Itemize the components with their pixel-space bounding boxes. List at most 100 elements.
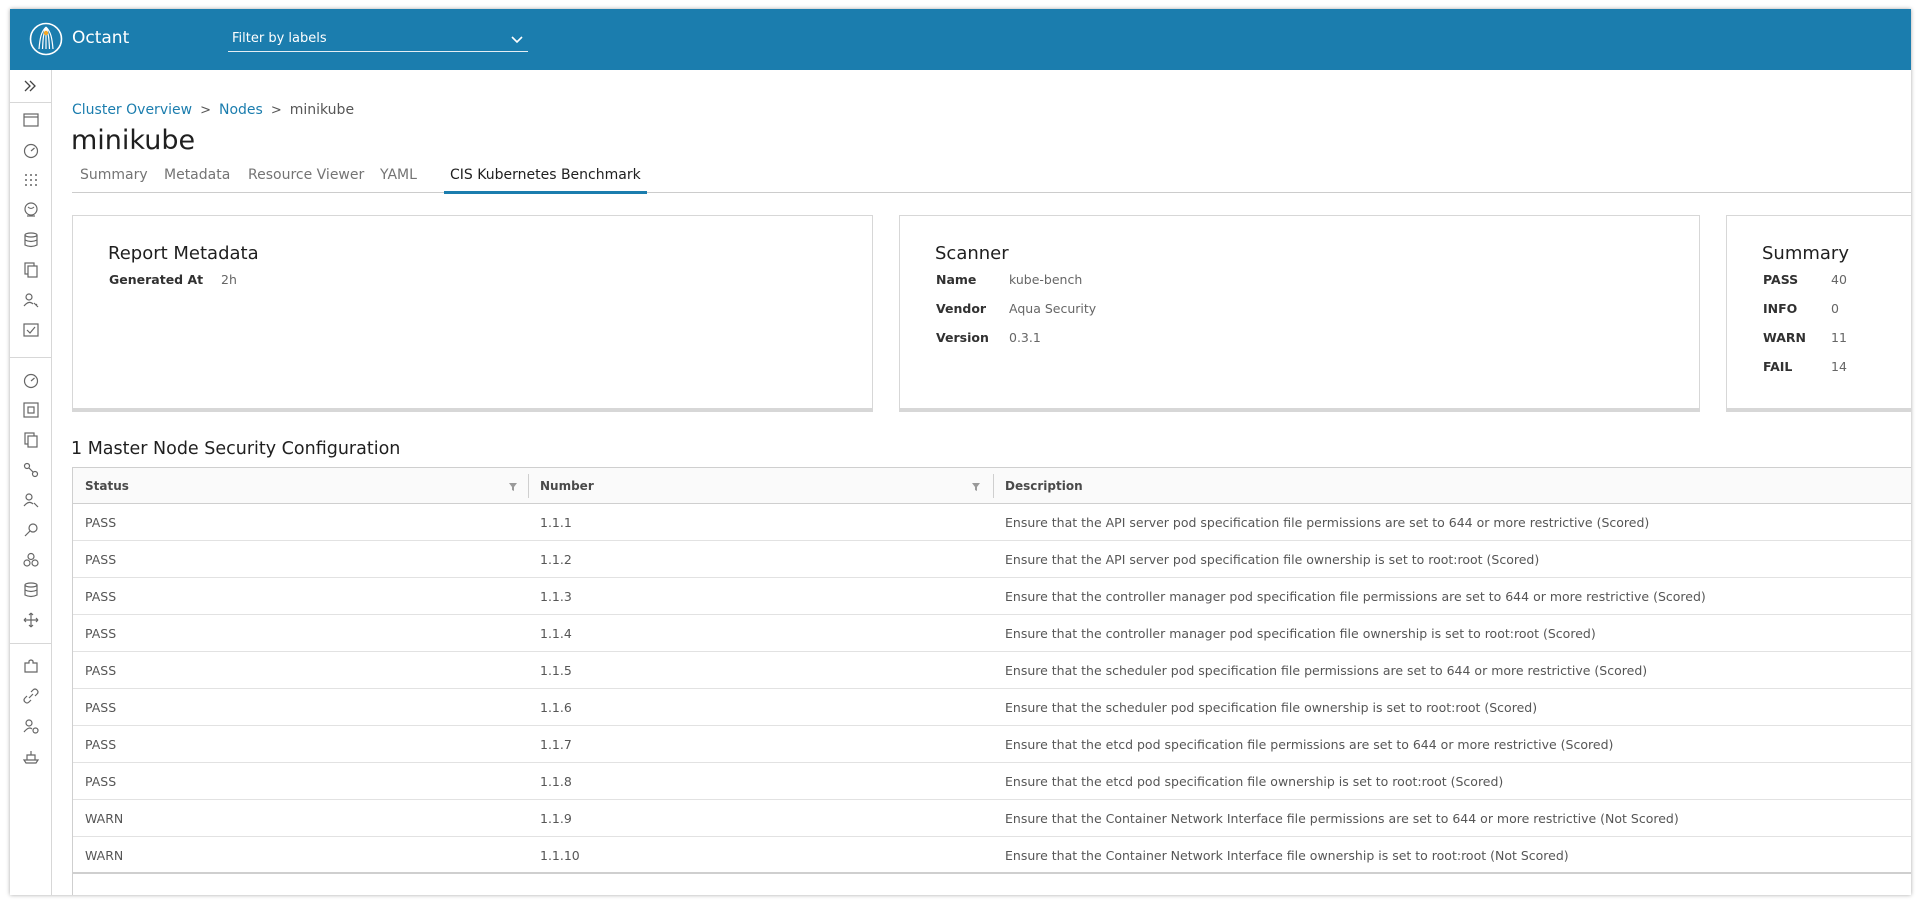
breadcrumb-cluster-overview[interactable]: Cluster Overview (72, 102, 192, 118)
benchmark-results-table: Status Number Description PASS 1.1.1 Ens… (72, 467, 1911, 895)
scanner-vendor-value: Aqua Security (1009, 301, 1097, 316)
octant-logo-icon[interactable] (29, 22, 63, 56)
user-key-icon[interactable] (22, 491, 40, 509)
scanner-name-value: kube-bench (1009, 272, 1083, 287)
summary-fail-value: 14 (1831, 359, 1847, 374)
table-row: PASS 1.1.5 Ensure that the scheduler pod… (73, 652, 1911, 689)
browser-icon[interactable] (22, 111, 40, 129)
status-cell: PASS (85, 626, 117, 641)
status-cell: PASS (85, 663, 117, 678)
number-cell: 1.1.5 (540, 663, 572, 678)
status-cell: PASS (85, 589, 117, 604)
card-title: Scanner (935, 243, 1009, 264)
main-content: Cluster Overview > Nodes > minikube mini… (52, 70, 1911, 895)
scanner-vendor-label: Vendor (936, 301, 987, 316)
table-row: WARN 1.1.9 Ensure that the Container Net… (73, 800, 1911, 837)
column-header-number[interactable]: Number (528, 468, 993, 504)
app-window: Octant Filter by labels Cluster Overview… (10, 9, 1911, 895)
number-cell: 1.1.4 (540, 626, 572, 641)
breadcrumb-separator: > (200, 102, 211, 118)
description-cell: Ensure that the API server pod specifica… (1005, 552, 1540, 567)
user-key-icon[interactable] (22, 291, 40, 309)
table-row: WARN 1.1.10 Ensure that the Container Ne… (73, 837, 1911, 874)
table-row: PASS 1.1.4 Ensure that the controller ma… (73, 615, 1911, 652)
chevron-down-icon (511, 36, 523, 44)
report-metadata-card: Report Metadata Generated At 2h (72, 215, 873, 409)
column-header-description[interactable]: Description (993, 468, 1893, 504)
summary-pass-value: 40 (1831, 272, 1847, 287)
column-header-status[interactable]: Status (73, 468, 528, 504)
description-cell: Ensure that the API server pod specifica… (1005, 515, 1650, 530)
copy-icon[interactable] (22, 261, 40, 279)
table-header: Status Number Description (73, 468, 1911, 504)
key-icon[interactable] (22, 521, 40, 539)
description-cell: Ensure that the Container Network Interf… (1005, 811, 1679, 826)
summary-card: Summary PASS 40 INFO 0 WARN 11 FAIL 14 (1726, 215, 1911, 409)
link-icon[interactable] (22, 687, 40, 705)
description-cell: Ensure that the scheduler pod specificat… (1005, 663, 1648, 678)
table-row: PASS 1.1.3 Ensure that the controller ma… (73, 578, 1911, 615)
table-row: PASS 1.1.2 Ensure that the API server po… (73, 541, 1911, 578)
card-title: Summary (1762, 243, 1849, 264)
breadcrumb-separator: > (270, 102, 282, 118)
checklist-icon[interactable] (22, 321, 40, 339)
number-cell: 1.1.2 (540, 552, 572, 567)
tab-resource-viewer[interactable]: Resource Viewer (248, 167, 364, 192)
page-title: minikube (71, 125, 196, 156)
circles-icon[interactable] (22, 551, 40, 569)
tab-summary[interactable]: Summary (80, 167, 148, 192)
tab-cis-kubernetes-benchmark[interactable]: CIS Kubernetes Benchmark (444, 167, 647, 194)
scanner-version-label: Version (936, 330, 989, 345)
table-row: PASS 1.1.7 Ensure that the etcd pod spec… (73, 726, 1911, 763)
description-cell: Ensure that the etcd pod specification f… (1005, 774, 1504, 789)
move-icon[interactable] (22, 611, 40, 629)
storage-icon[interactable] (22, 581, 40, 599)
filter-icon[interactable] (971, 482, 981, 492)
ship-icon[interactable] (22, 747, 40, 765)
dashboard-icon[interactable] (22, 141, 40, 159)
copy-icon[interactable] (22, 431, 40, 449)
label-filter-select[interactable]: Filter by labels (228, 28, 528, 52)
description-cell: Ensure that the controller manager pod s… (1005, 626, 1596, 641)
number-cell: 1.1.1 (540, 515, 572, 530)
number-cell: 1.1.7 (540, 737, 572, 752)
globe-icon[interactable] (22, 201, 40, 219)
summary-warn-label: WARN (1763, 330, 1806, 345)
grid-icon[interactable] (22, 171, 40, 189)
cluster-icon[interactable] (22, 401, 40, 419)
number-cell: 1.1.9 (540, 811, 572, 826)
section-title: 1 Master Node Security Configuration (71, 439, 401, 459)
app-name[interactable]: Octant (72, 28, 129, 48)
scanner-name-label: Name (936, 272, 977, 287)
tab-metadata[interactable]: Metadata (164, 167, 230, 192)
description-cell: Ensure that the controller manager pod s… (1005, 589, 1706, 604)
scanner-version-value: 0.3.1 (1009, 330, 1041, 345)
description-cell: Ensure that the scheduler pod specificat… (1005, 700, 1538, 715)
filter-icon[interactable] (508, 482, 518, 492)
number-cell: 1.1.3 (540, 589, 572, 604)
summary-pass-label: PASS (1763, 272, 1799, 287)
double-chevron-right-icon (24, 80, 36, 92)
storage-icon[interactable] (22, 231, 40, 249)
number-cell: 1.1.6 (540, 700, 572, 715)
number-cell: 1.1.8 (540, 774, 572, 789)
description-cell: Ensure that the Container Network Interf… (1005, 848, 1569, 863)
user-settings-icon[interactable] (22, 717, 40, 735)
table-row: PASS 1.1.6 Ensure that the scheduler pod… (73, 689, 1911, 726)
summary-info-value: 0 (1831, 301, 1839, 316)
tab-yaml[interactable]: YAML (380, 167, 417, 192)
sidebar-toggle-button[interactable] (10, 70, 52, 103)
network-icon[interactable] (22, 461, 40, 479)
plugin-icon[interactable] (22, 657, 40, 675)
app-header: Octant Filter by labels (10, 9, 1911, 70)
sidebar-rail (10, 70, 52, 895)
status-cell: WARN (85, 848, 124, 863)
status-cell: PASS (85, 774, 117, 789)
description-cell: Ensure that the etcd pod specification f… (1005, 737, 1614, 752)
sidebar-divider (10, 643, 52, 644)
status-cell: PASS (85, 737, 117, 752)
breadcrumb-nodes[interactable]: Nodes (219, 102, 263, 118)
card-title: Report Metadata (108, 243, 259, 264)
generated-at-label: Generated At (109, 272, 204, 287)
dashboard-icon[interactable] (22, 371, 40, 389)
